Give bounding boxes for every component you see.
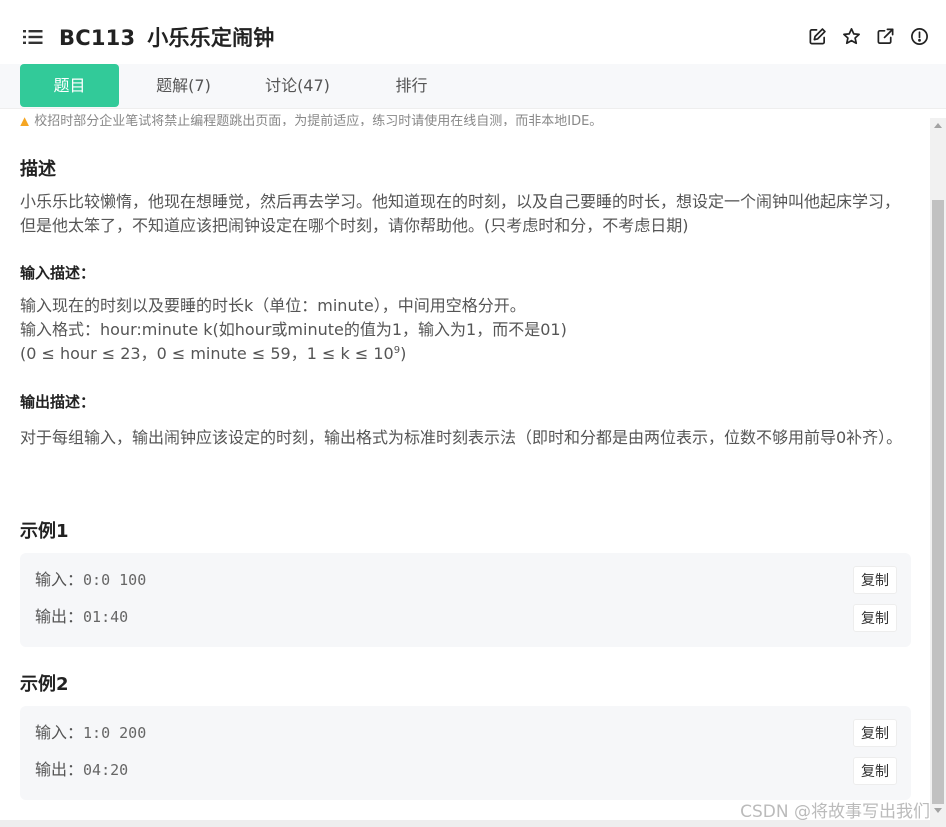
problem-title: 小乐乐定闹钟 bbox=[147, 26, 275, 50]
example-input-row: 输入：1:0 200 bbox=[35, 723, 147, 742]
tab-ranking[interactable]: 排行 bbox=[362, 64, 461, 107]
output-desc-heading: 输出描述： bbox=[20, 393, 96, 411]
edit-icon[interactable] bbox=[808, 27, 827, 46]
ide-notice: ▲ 校招时部分企业笔试将禁止编程题跳出页面，为提前适应，练习时请使用在线自测，而非… bbox=[20, 112, 602, 126]
page-title: BC113 小乐乐定闹钟 bbox=[59, 22, 274, 52]
header-actions bbox=[808, 27, 929, 46]
tab-problem[interactable]: 题目 bbox=[20, 64, 119, 107]
example-2-heading: 示例2 bbox=[20, 674, 69, 695]
scroll-up-arrow-icon[interactable] bbox=[934, 123, 942, 128]
example-output-row: 输出：04:20 bbox=[35, 760, 129, 779]
example-input-value: 1:0 200 bbox=[83, 724, 147, 742]
description-heading: 描述 bbox=[20, 159, 56, 180]
example-input-value: 0:0 100 bbox=[83, 571, 147, 589]
scroll-down-arrow-icon[interactable] bbox=[934, 808, 942, 813]
copy-input-button[interactable]: 复制 bbox=[853, 719, 897, 747]
tab-discussion[interactable]: 讨论(47) bbox=[248, 64, 347, 107]
vertical-scrollbar[interactable] bbox=[930, 118, 946, 827]
problem-header: BC113 小乐乐定闹钟 bbox=[0, 0, 946, 64]
notice-text: 校招时部分企业笔试将禁止编程题跳出页面，为提前适应，练习时请使用在线自测，而非本… bbox=[34, 114, 603, 126]
problem-content: ▲ 校招时部分企业笔试将禁止编程题跳出页面，为提前适应，练习时请使用在线自测，而非… bbox=[0, 108, 930, 820]
problem-tabs: 题目 题解(7) 讨论(47) 排行 bbox=[0, 64, 946, 109]
input-desc-line: 输入现在的时刻以及要睡的时长k（单位：minute），中间用空格分开。 bbox=[20, 296, 526, 315]
star-icon[interactable] bbox=[842, 27, 861, 46]
menu-list-icon[interactable] bbox=[23, 29, 43, 45]
copy-output-button[interactable]: 复制 bbox=[853, 604, 897, 632]
copy-output-button[interactable]: 复制 bbox=[853, 757, 897, 785]
scrollbar-thumb[interactable] bbox=[932, 200, 944, 804]
warning-icon: ▲ bbox=[20, 114, 30, 126]
copy-input-button[interactable]: 复制 bbox=[853, 566, 897, 594]
watermark: CSDN @将故事写出我们 bbox=[740, 802, 930, 822]
example-output-value: 04:20 bbox=[83, 761, 129, 779]
input-desc-heading: 输入描述： bbox=[20, 264, 96, 282]
input-desc-constraints: (0 ≤ hour ≤ 23，0 ≤ minute ≤ 59，1 ≤ k ≤ 1… bbox=[20, 344, 407, 363]
tab-solutions[interactable]: 题解(7) bbox=[134, 64, 233, 107]
example-2-box: 输入：1:0 200 复制 输出：04:20 复制 bbox=[20, 706, 911, 800]
input-desc-line: 输入格式：hour:minute k(如hour或minute的值为1，输入为1… bbox=[20, 320, 567, 339]
example-output-value: 01:40 bbox=[83, 608, 129, 626]
example-input-row: 输入：0:0 100 bbox=[35, 570, 147, 589]
report-icon[interactable] bbox=[910, 27, 929, 46]
example-1-box: 输入：0:0 100 复制 输出：01:40 复制 bbox=[20, 553, 911, 647]
example-output-row: 输出：01:40 bbox=[35, 607, 129, 626]
open-external-icon[interactable] bbox=[876, 27, 895, 46]
output-desc-text: 对于每组输入，输出闹钟应该设定的时刻，输出格式为标准时刻表示法（即时和分都是由两… bbox=[20, 428, 903, 447]
example-1-heading: 示例1 bbox=[20, 521, 69, 542]
description-text: 小乐乐比较懒惰，他现在想睡觉，然后再去学习。他知道现在的时刻，以及自己要睡的时长… bbox=[20, 192, 901, 235]
problem-id: BC113 bbox=[59, 26, 136, 50]
